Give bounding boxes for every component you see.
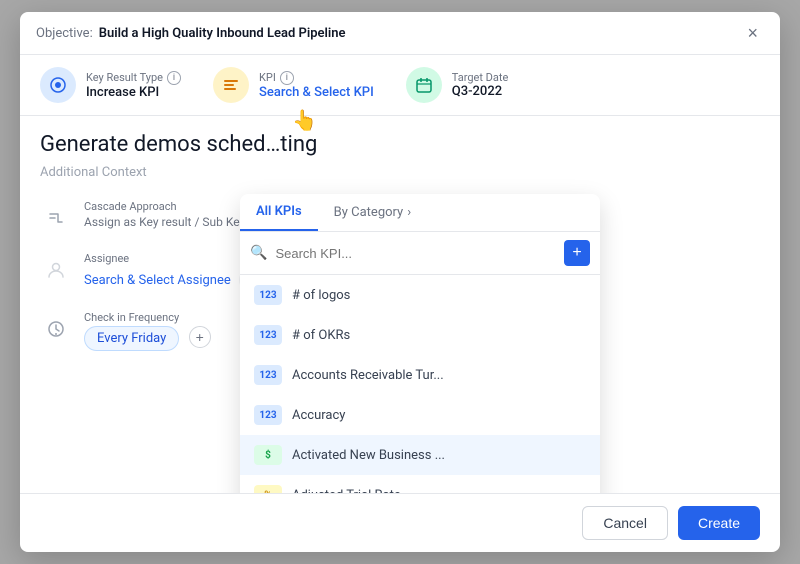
- kpi-item-name: # of logos: [292, 288, 350, 303]
- kpi-tab-category[interactable]: By Category ›: [318, 194, 427, 231]
- kpi-icon: [213, 67, 249, 103]
- kpi-list: 123 # of logos 123 # of OKRs 123 Account…: [240, 275, 600, 493]
- kpi-item-name: Accounts Receivable Tur...: [292, 368, 444, 383]
- key-result-type-value: Increase KPI: [86, 85, 181, 100]
- kpi-list-item[interactable]: 123 # of OKRs: [240, 315, 600, 355]
- create-button[interactable]: Create: [678, 506, 760, 540]
- assignee-icon: [40, 254, 72, 286]
- chevron-right-icon: ›: [407, 205, 411, 220]
- kpi-item-name: Adjusted Trial Rate: [292, 488, 401, 494]
- objective-title: Generate demos sched…ting: [40, 132, 760, 157]
- key-result-type-icon: [40, 67, 76, 103]
- kpi-search-input[interactable]: [275, 246, 556, 261]
- cancel-button[interactable]: Cancel: [582, 506, 668, 540]
- kpi-select-link[interactable]: Search & Select KPI: [259, 85, 374, 100]
- kpi-list-item[interactable]: $ Activated New Business ...: [240, 435, 600, 475]
- add-frequency-button[interactable]: +: [189, 326, 211, 348]
- kpi-list-item[interactable]: % Adjusted Trial Rate: [240, 475, 600, 493]
- kpi-item-name: Accuracy: [292, 408, 345, 423]
- kpi-tabs: All KPIs By Category ›: [240, 194, 600, 232]
- target-date-label: Target Date: [452, 71, 509, 84]
- frequency-value: Every Friday: [97, 331, 166, 346]
- key-result-type-content: Key Result Type i Increase KPI: [86, 71, 181, 100]
- meta-kpi: KPI i Search & Select KPI: [213, 67, 374, 103]
- close-button[interactable]: ×: [741, 22, 764, 44]
- kpi-info-icon[interactable]: i: [280, 71, 294, 85]
- modal-overlay: Objective: Build a High Quality Inbound …: [0, 0, 800, 564]
- kpi-badge: %: [254, 485, 282, 493]
- kpi-search-row: 🔍 +: [240, 232, 600, 275]
- frequency-badge: Every Friday: [84, 326, 179, 351]
- objective-label: Objective:: [36, 26, 93, 41]
- kpi-add-button[interactable]: +: [564, 240, 590, 266]
- objective-value: Build a High Quality Inbound Lead Pipeli…: [99, 26, 346, 41]
- additional-context[interactable]: Additional Context: [40, 165, 760, 180]
- kpi-badge: 123: [254, 405, 282, 425]
- target-date-icon: [406, 67, 442, 103]
- kpi-badge: 123: [254, 325, 282, 345]
- kpi-tab-all[interactable]: All KPIs: [240, 194, 318, 231]
- key-result-type-label: Key Result Type i: [86, 71, 181, 85]
- kpi-item-name: Activated New Business ...: [292, 448, 445, 463]
- kpi-list-item[interactable]: 123 # of logos: [240, 275, 600, 315]
- frequency-icon: [40, 313, 72, 345]
- modal-footer: Cancel Create: [20, 493, 780, 552]
- kpi-list-item[interactable]: 123 Accuracy: [240, 395, 600, 435]
- cascade-icon: [40, 202, 72, 234]
- kpi-search-icon: 🔍: [250, 245, 267, 261]
- target-date-content: Target Date Q3-2022: [452, 71, 509, 99]
- target-date-value: Q3-2022: [452, 84, 509, 99]
- kpi-badge: $: [254, 445, 282, 465]
- meta-row: Key Result Type i Increase KPI K: [20, 55, 780, 116]
- kpi-label: KPI i: [259, 71, 374, 85]
- modal-body: Generate demos sched…ting Additional Con…: [20, 116, 780, 493]
- modal: Objective: Build a High Quality Inbound …: [20, 12, 780, 552]
- kpi-item-name: # of OKRs: [292, 328, 350, 343]
- kpi-list-item[interactable]: 123 Accounts Receivable Tur...: [240, 355, 600, 395]
- meta-key-result-type: Key Result Type i Increase KPI: [40, 67, 181, 103]
- kpi-content: KPI i Search & Select KPI: [259, 71, 374, 100]
- kpi-badge: 123: [254, 365, 282, 385]
- assignee-select-link[interactable]: Search & Select Assignee: [84, 273, 231, 288]
- key-result-type-info-icon[interactable]: i: [167, 71, 181, 85]
- meta-target-date: Target Date Q3-2022: [406, 67, 509, 103]
- kpi-dropdown: All KPIs By Category › 🔍 + 123 # of logo…: [240, 194, 600, 493]
- modal-header-title: Objective: Build a High Quality Inbound …: [36, 26, 346, 41]
- modal-header: Objective: Build a High Quality Inbound …: [20, 12, 780, 55]
- kpi-badge: 123: [254, 285, 282, 305]
